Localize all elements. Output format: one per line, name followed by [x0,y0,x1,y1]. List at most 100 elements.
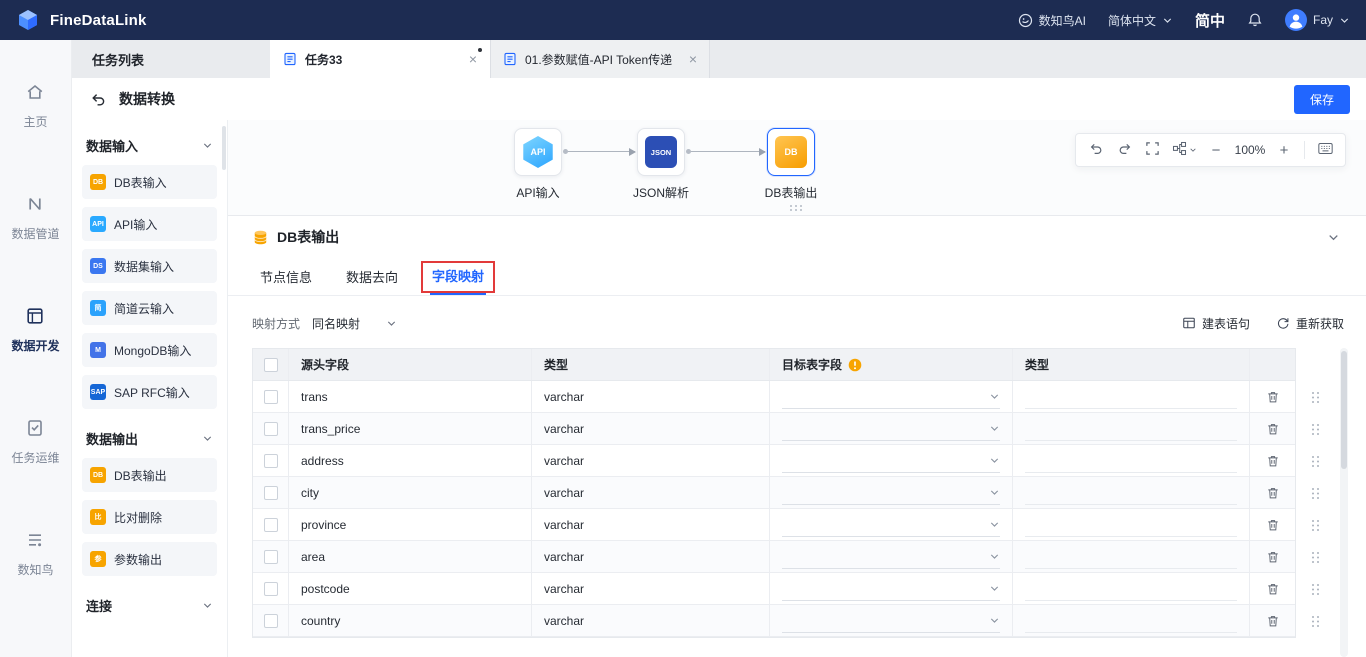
close-tab-button[interactable]: × [689,52,697,66]
refresh-icon [1276,316,1290,330]
row-checkbox[interactable] [263,549,278,564]
delete-row-button[interactable] [1266,518,1280,532]
row-drag-handle[interactable] [1312,520,1320,532]
row-checkbox[interactable] [263,581,278,596]
create-table-sql-button[interactable]: 建表语句 [1182,315,1250,332]
row-drag-handle[interactable] [1312,392,1320,404]
back-button[interactable] [90,91,107,108]
target-field-select[interactable] [782,609,1000,633]
sidebar-item-bird[interactable]: 数知鸟 [17,530,54,578]
mapping-mode-select[interactable]: 同名映射 [312,315,397,332]
row-checkbox[interactable] [263,389,278,404]
row-drag-handle[interactable] [1312,616,1320,628]
vertical-scrollbar[interactable] [1340,348,1348,657]
row-checkbox[interactable] [263,613,278,628]
palette-item[interactable]: 简简道云输入 [82,291,217,325]
palette-item[interactable]: 参参数输出 [82,542,217,576]
document-icon [503,52,517,66]
sidebar-item-pipeline[interactable]: 数据管道 [11,194,60,242]
target-type-field[interactable] [1025,545,1237,569]
redo-button[interactable] [1110,136,1138,164]
delete-row-button[interactable] [1266,550,1280,564]
refetch-button[interactable]: 重新获取 [1276,315,1344,332]
target-field-select[interactable] [782,513,1000,537]
user-menu[interactable]: Fay [1284,9,1350,31]
palette-item[interactable]: 比比对删除 [82,500,217,534]
row-checkbox[interactable] [263,453,278,468]
palette-item[interactable]: M MongoDB输入 [82,333,217,367]
flow-node-json[interactable]: JSON JSON解析 [629,128,693,201]
save-button[interactable]: 保存 [1293,84,1350,114]
target-field-select[interactable] [782,481,1000,505]
close-tab-button[interactable]: × [469,52,477,66]
palette-item[interactable]: DB DB表输出 [82,458,217,492]
flow-node-db[interactable]: DB DB表输出 [759,128,823,201]
target-type-field[interactable] [1025,449,1237,473]
component-icon: SAP [90,384,106,400]
col-target-field-label: 目标表字段 [782,358,843,372]
target-field-select[interactable] [782,385,1000,409]
panel-tab-0[interactable]: 节点信息 [258,258,314,295]
flow-canvas[interactable]: API API输入 JSON JSON解析 DB DB表输出 − 100% + [228,120,1366,216]
auto-layout-button[interactable] [1166,136,1202,164]
row-drag-handle[interactable] [1312,424,1320,436]
task-tab-0[interactable]: 任务33 × [270,40,490,78]
target-field-select[interactable] [782,577,1000,601]
palette-item[interactable]: SAP SAP RFC输入 [82,375,217,409]
target-field-select[interactable] [782,545,1000,569]
sidebar-item-label: 主页 [23,115,48,129]
target-type-field[interactable] [1025,385,1237,409]
document-icon [283,52,297,66]
delete-row-button[interactable] [1266,614,1280,628]
palette-scrollbar[interactable] [222,126,226,170]
target-type-field[interactable] [1025,417,1237,441]
palette-section-header-0[interactable]: 数据输入 [80,124,219,165]
panel-tab-1[interactable]: 数据去向 [344,258,400,295]
panel-controls: 映射方式 同名映射 建表语句 重新获取 [228,296,1366,342]
palette-item[interactable]: API API输入 [82,207,217,241]
delete-row-button[interactable] [1266,390,1280,404]
task-tab-1[interactable]: 01.参数赋值-API Token传递 × [490,40,710,78]
delete-row-button[interactable] [1266,582,1280,596]
row-drag-handle[interactable] [1312,584,1320,596]
sidebar-item-dev[interactable]: 数据开发 [11,306,60,354]
target-type-field[interactable] [1025,609,1237,633]
undo-button[interactable] [1082,136,1110,164]
target-field-select[interactable] [782,449,1000,473]
shortcut-keys-button[interactable] [1311,136,1339,164]
sidebar-item-ops[interactable]: 任务运维 [11,418,60,466]
row-checkbox[interactable] [263,421,278,436]
row-checkbox[interactable] [263,517,278,532]
ai-assistant-button[interactable]: 数知鸟AI [1018,12,1086,29]
palette-item[interactable]: DS 数据集输入 [82,249,217,283]
zoom-out-button[interactable]: − [1202,136,1230,164]
flow-node-api[interactable]: API API输入 [506,128,570,201]
palette-section-header-1[interactable]: 数据输出 [80,417,219,458]
target-type-field[interactable] [1025,513,1237,537]
select-all-checkbox[interactable] [263,357,278,372]
delete-row-button[interactable] [1266,454,1280,468]
table-row: trans_price varchar [253,413,1295,445]
row-drag-handle[interactable] [1312,488,1320,500]
panel-resize-handle[interactable] [790,205,804,212]
row-drag-handle[interactable] [1312,552,1320,564]
row-checkbox[interactable] [263,485,278,500]
collapse-panel-button[interactable] [1327,231,1340,244]
delete-row-button[interactable] [1266,486,1280,500]
palette-item[interactable]: DB DB表输入 [82,165,217,199]
target-type-field[interactable] [1025,481,1237,505]
sidebar-item-home[interactable]: 主页 [23,82,48,130]
zoom-in-button[interactable]: + [1270,136,1298,164]
delete-row-button[interactable] [1266,422,1280,436]
scrollbar-thumb[interactable] [1341,351,1347,469]
fit-view-button[interactable] [1138,136,1166,164]
palette-section-header-2[interactable]: 连接 [80,584,219,625]
panel-tab-2[interactable]: 字段映射 [421,258,496,295]
notifications-button[interactable] [1247,12,1263,28]
target-type-field[interactable] [1025,577,1237,601]
language-selector[interactable]: 简体中文 [1108,12,1173,29]
row-drag-handle[interactable] [1312,456,1320,468]
create-table-sql-label: 建表语句 [1201,316,1250,331]
target-field-select[interactable] [782,417,1000,441]
task-list-link[interactable]: 任务列表 [72,40,270,78]
